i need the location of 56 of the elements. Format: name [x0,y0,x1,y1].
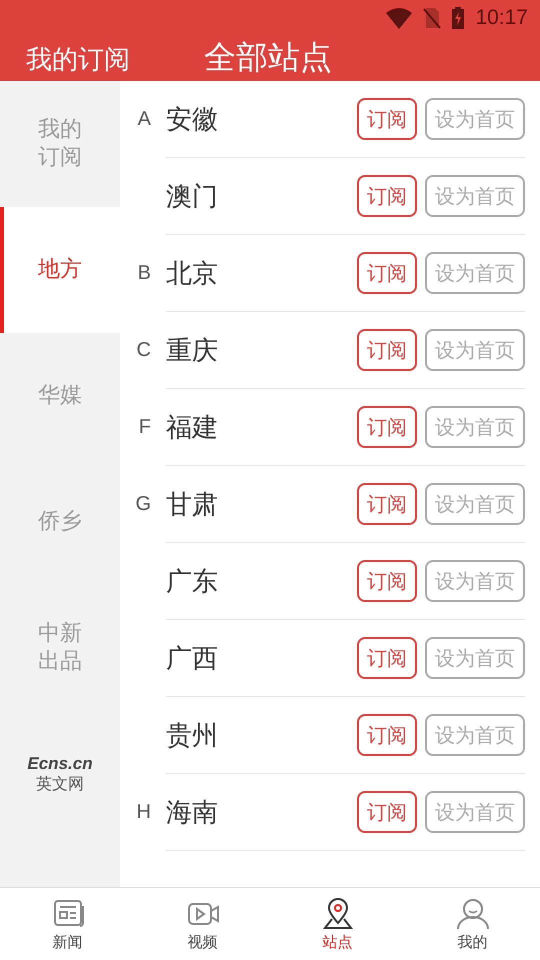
station-name: 安徽 [166,104,219,136]
battery-charging-icon [451,7,466,29]
nav-tab[interactable]: 视频 [135,888,270,960]
station-name: 福建 [166,412,219,444]
station-name: 贵州 [166,720,219,752]
station-name: 广西 [166,642,219,676]
set-homepage-button[interactable]: 设为首页 [425,329,525,371]
map-pin-icon [320,896,354,930]
subscribe-button[interactable]: 订阅 [357,406,417,448]
subscribe-button[interactable]: 订阅 [357,637,417,679]
nav-tab[interactable]: 站点 [270,888,405,960]
station-name: 重庆 [166,334,219,368]
station-name: 甘肃 [166,488,219,522]
subscribe-button[interactable]: 订阅 [357,98,417,140]
set-homepage-button[interactable]: 设为首页 [425,252,525,294]
index-letter: G [134,493,152,516]
subscribe-button[interactable]: 订阅 [357,252,417,294]
set-homepage-button[interactable]: 设为首页 [425,791,525,833]
sidebar-item[interactable]: 侨乡 [0,459,120,585]
nav-tab[interactable]: 新闻 [0,888,135,960]
sidebar-label: 英文网 [36,774,84,794]
logo: Ecns.cn [27,754,93,774]
clock: 10:17 [475,6,528,30]
index-letter: B [136,262,152,285]
person-icon [456,896,490,930]
sidebar-item[interactable]: 中新出品 [0,585,120,711]
station-name: 海南 [166,796,219,830]
index-letter: F [138,416,152,439]
set-homepage-button[interactable]: 设为首页 [425,714,525,756]
station-name: 广东 [166,566,219,598]
set-homepage-button[interactable]: 设为首页 [425,175,525,217]
subscribe-button[interactable]: 订阅 [357,175,417,217]
nav-tab[interactable]: 我的 [405,888,540,960]
wifi-icon [385,7,414,29]
sidebar-item[interactable]: 地方 [0,207,120,333]
set-homepage-button[interactable]: 设为首页 [425,560,525,602]
station-name: 澳门 [166,180,219,214]
sidebar-item[interactable]: Ecns.cn 英文网 [0,711,120,837]
subscribe-button[interactable]: 订阅 [357,791,417,833]
page-title: 全部站点 [204,37,332,78]
subscribe-button[interactable]: 订阅 [357,714,417,756]
index-letter: A [136,108,152,131]
set-homepage-button[interactable]: 设为首页 [425,637,525,679]
index-letter: H [136,801,152,824]
subscribe-button[interactable]: 订阅 [357,329,417,371]
sidebar-item[interactable]: 华媒 [0,333,120,459]
my-subscriptions-tab[interactable]: 我的订阅 [26,42,204,77]
no-sim-icon [423,7,442,29]
subscribe-button[interactable]: 订阅 [357,560,417,602]
subscribe-button[interactable]: 订阅 [357,483,417,525]
station-name: 北京 [166,258,219,290]
sidebar-item[interactable]: 我的订阅 [0,81,120,207]
index-letter: C [136,339,152,362]
set-homepage-button[interactable]: 设为首页 [425,406,525,448]
set-homepage-button[interactable]: 设为首页 [425,98,525,140]
set-homepage-button[interactable]: 设为首页 [425,483,525,525]
